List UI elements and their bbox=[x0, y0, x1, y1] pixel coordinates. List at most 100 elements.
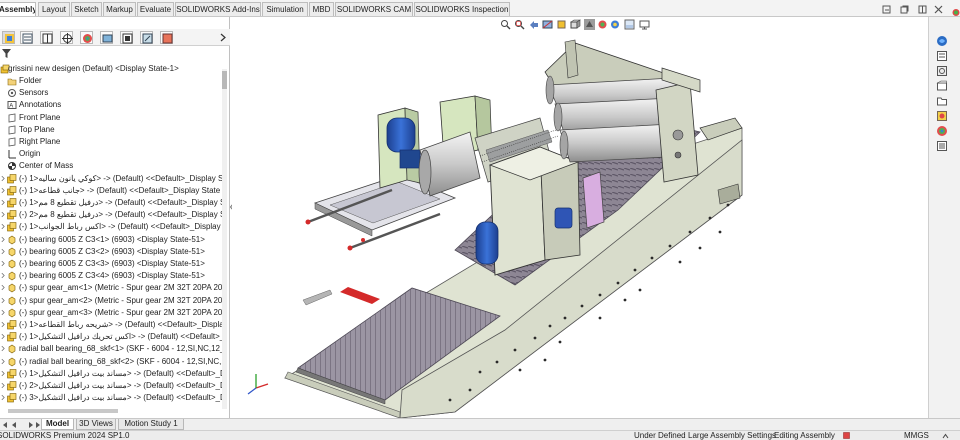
tree-item[interactable]: (-) كوكي يانون ساليه<1> -> (Default) <<D… bbox=[0, 173, 224, 185]
tree-item[interactable]: (-) spur gear_am<2> (Metric - Spur gear … bbox=[0, 295, 224, 307]
tree-item[interactable]: (-) spur gear_am<3> (Metric - Spur gear … bbox=[0, 307, 224, 319]
tree-item[interactable]: (-) جانب قطاعه<1> -> (Default) <<Default… bbox=[0, 185, 224, 197]
expand-arrow-icon[interactable] bbox=[1, 211, 5, 218]
expand-arrow-icon[interactable] bbox=[1, 309, 5, 316]
tree-item[interactable]: (-) مساند بيت درافيل التشكيل<2> -> (Defa… bbox=[0, 380, 224, 392]
dimxpert-tab[interactable] bbox=[60, 31, 73, 44]
tab-simulation[interactable]: Simulation bbox=[262, 2, 308, 16]
expand-arrow-icon[interactable] bbox=[1, 199, 5, 206]
expand-arrow-icon[interactable] bbox=[1, 321, 5, 328]
restore-icon[interactable] bbox=[900, 5, 909, 14]
custom-properties-icon[interactable] bbox=[936, 125, 948, 137]
tree-item[interactable]: (-) درفيل تقطيع 8 مم<2> -> (Default) <<D… bbox=[0, 209, 224, 221]
expand-arrow-icon[interactable] bbox=[1, 345, 5, 352]
tree-item[interactable]: A Annotations bbox=[0, 99, 224, 111]
tab-mbd[interactable]: MBD bbox=[309, 2, 334, 16]
cam-tools-tab[interactable] bbox=[140, 31, 153, 44]
previous-view-icon[interactable] bbox=[528, 19, 539, 30]
tree-item[interactable]: (-) bearing 6005 Z C3<4> (6903) <Display… bbox=[0, 270, 224, 282]
expand-arrow-icon[interactable] bbox=[1, 370, 5, 377]
expand-arrow-icon[interactable] bbox=[1, 223, 5, 230]
tree-item[interactable]: radial ball bearing_68_skf<1> (SKF - 600… bbox=[0, 343, 224, 355]
inspection-tab[interactable] bbox=[160, 31, 173, 44]
minimize-icon[interactable] bbox=[882, 5, 891, 14]
close-icon[interactable] bbox=[934, 5, 943, 14]
apply-scene-icon[interactable] bbox=[624, 19, 635, 30]
view-settings-icon[interactable] bbox=[639, 19, 650, 30]
tree-item[interactable]: (-) اكس تحريك درافيل التشكيل<1> -> (Defa… bbox=[0, 331, 224, 343]
graphics-area[interactable] bbox=[232, 32, 927, 418]
rebuild-status-icon[interactable] bbox=[843, 432, 850, 439]
tree-item[interactable]: Origin bbox=[0, 148, 224, 160]
tab-solidworks-add-ins[interactable]: SOLIDWORKS Add-Ins bbox=[175, 2, 261, 16]
folder-palette-icon[interactable] bbox=[936, 95, 948, 107]
cam-operation-tab[interactable] bbox=[120, 31, 133, 44]
expand-arrow-icon[interactable] bbox=[1, 382, 5, 389]
tree-item[interactable]: Sensors bbox=[0, 87, 224, 99]
expand-arrow-icon[interactable] bbox=[1, 284, 5, 291]
tree-item[interactable]: (-) مساند بيت درافيل التشكيل<3> -> (Defa… bbox=[0, 392, 224, 404]
tree-item[interactable]: (-) درفيل تقطيع 8 مم<1> -> (Default) <<D… bbox=[0, 197, 224, 209]
appearances-scenes-icon[interactable] bbox=[936, 110, 948, 122]
units-system[interactable]: MMGS bbox=[904, 431, 929, 440]
design-library-icon[interactable] bbox=[936, 50, 948, 62]
tree-item[interactable]: (-) شريحه رباط القطاعه<1> -> (Default) <… bbox=[0, 319, 224, 331]
tree-item[interactable]: (-) اكس رباط الجوانب<1> -> (Default) <<D… bbox=[0, 221, 224, 233]
display-style-icon[interactable] bbox=[584, 19, 595, 30]
tree-item[interactable]: (-) radial ball bearing_68_skf<2> (SKF -… bbox=[0, 356, 224, 368]
tree-item[interactable]: (-) bearing 6005 Z C3<2> (6903) <Display… bbox=[0, 246, 224, 258]
expand-arrow-icon[interactable] bbox=[1, 297, 5, 304]
displaymanager-tab[interactable] bbox=[80, 31, 93, 44]
tab-markup[interactable]: Markup bbox=[103, 2, 136, 16]
chevron-right-icon[interactable] bbox=[220, 33, 227, 42]
edit-appearance-icon[interactable] bbox=[610, 19, 621, 30]
expand-arrow-icon[interactable] bbox=[1, 187, 5, 194]
feature-tree-vertical-scrollbar[interactable] bbox=[222, 69, 227, 409]
filter-icon[interactable] bbox=[2, 49, 11, 58]
tree-item[interactable]: Center of Mass bbox=[0, 160, 224, 172]
tile-icon[interactable] bbox=[918, 5, 927, 14]
tree-item[interactable]: (-) spur gear_am<1> (Metric - Spur gear … bbox=[0, 282, 224, 294]
feature-tree-horizontal-scrollbar[interactable] bbox=[8, 409, 118, 413]
tree-root-assembly[interactable]: grissini new desigen (Default) <Display … bbox=[0, 63, 224, 75]
tab-layout[interactable]: Layout bbox=[38, 2, 70, 16]
tab-sketch[interactable]: Sketch bbox=[71, 2, 102, 16]
tree-item[interactable]: Folder bbox=[0, 75, 224, 87]
zoom-to-area-icon[interactable] bbox=[514, 19, 525, 30]
tab-assembly[interactable]: Assembly bbox=[0, 2, 36, 16]
tree-item[interactable]: Top Plane bbox=[0, 124, 224, 136]
propertymanager-tab[interactable] bbox=[20, 31, 33, 44]
tree-item[interactable]: (-) bearing 6005 Z C3<3> (6903) <Display… bbox=[0, 258, 224, 270]
tab-3d-views[interactable]: 3D Views bbox=[76, 419, 116, 430]
tree-item[interactable]: Front Plane bbox=[0, 112, 224, 124]
tab-evaluate[interactable]: Evaluate bbox=[137, 2, 174, 16]
cam-feature-tab[interactable] bbox=[100, 31, 113, 44]
tab-motion-study-1[interactable]: Motion Study 1 bbox=[118, 419, 184, 430]
featuremanager-tab[interactable] bbox=[2, 31, 15, 44]
solidworks-resources-icon[interactable] bbox=[936, 35, 948, 47]
view-orientation-icon[interactable] bbox=[570, 19, 581, 30]
expand-arrow-icon[interactable] bbox=[1, 394, 5, 401]
hide-show-items-icon[interactable] bbox=[597, 19, 608, 30]
tab-solidworks-cam[interactable]: SOLIDWORKS CAM bbox=[335, 2, 413, 16]
expand-arrow-icon[interactable] bbox=[1, 260, 5, 267]
scrollbar-thumb[interactable] bbox=[222, 71, 227, 89]
tree-item[interactable]: (-) bearing 6005 Z C3<1> (6903) <Display… bbox=[0, 234, 224, 246]
expand-arrow-icon[interactable] bbox=[1, 358, 5, 365]
zoom-to-fit-icon[interactable] bbox=[500, 19, 511, 30]
file-explorer-icon[interactable] bbox=[936, 65, 948, 77]
task-list-icon[interactable] bbox=[936, 140, 948, 152]
dynamic-annotation-icon[interactable] bbox=[556, 19, 567, 30]
expand-arrow-icon[interactable] bbox=[1, 175, 5, 182]
tab-scroll-arrows-icon[interactable] bbox=[2, 421, 40, 429]
chevron-up-icon[interactable] bbox=[942, 433, 949, 439]
expand-arrow-icon[interactable] bbox=[1, 333, 5, 340]
status-large-assembly-settings[interactable]: Large Assembly Settings bbox=[688, 431, 776, 440]
machine-3d-model[interactable] bbox=[232, 32, 927, 418]
view-palette-icon[interactable] bbox=[936, 80, 948, 92]
expand-arrow-icon[interactable] bbox=[1, 236, 5, 243]
tree-item[interactable]: Right Plane bbox=[0, 136, 224, 148]
section-view-icon[interactable] bbox=[542, 19, 553, 30]
appearance-ball-icon[interactable] bbox=[952, 8, 960, 17]
expand-arrow-icon[interactable] bbox=[1, 248, 5, 255]
